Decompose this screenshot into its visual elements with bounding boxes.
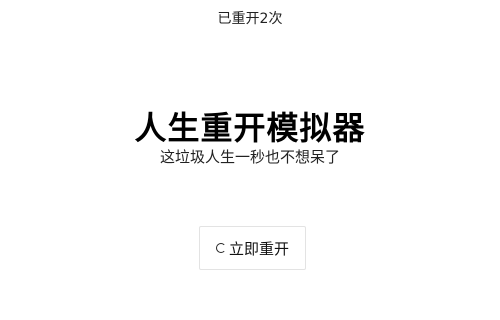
restart-now-button[interactable]: 立即重开 <box>199 226 306 270</box>
page-title: 人生重开模拟器 <box>134 109 366 147</box>
page: 已重开2次 人生重开模拟器 这垃圾人生一秒也不想呆了 立即重开 <box>0 0 500 320</box>
restart-button-label: 立即重开 <box>228 239 289 258</box>
page-subtitle: 这垃圾人生一秒也不想呆了 <box>159 148 340 166</box>
loading-spinner-icon <box>215 243 226 253</box>
restart-count-text: 已重开2次 <box>217 11 283 27</box>
